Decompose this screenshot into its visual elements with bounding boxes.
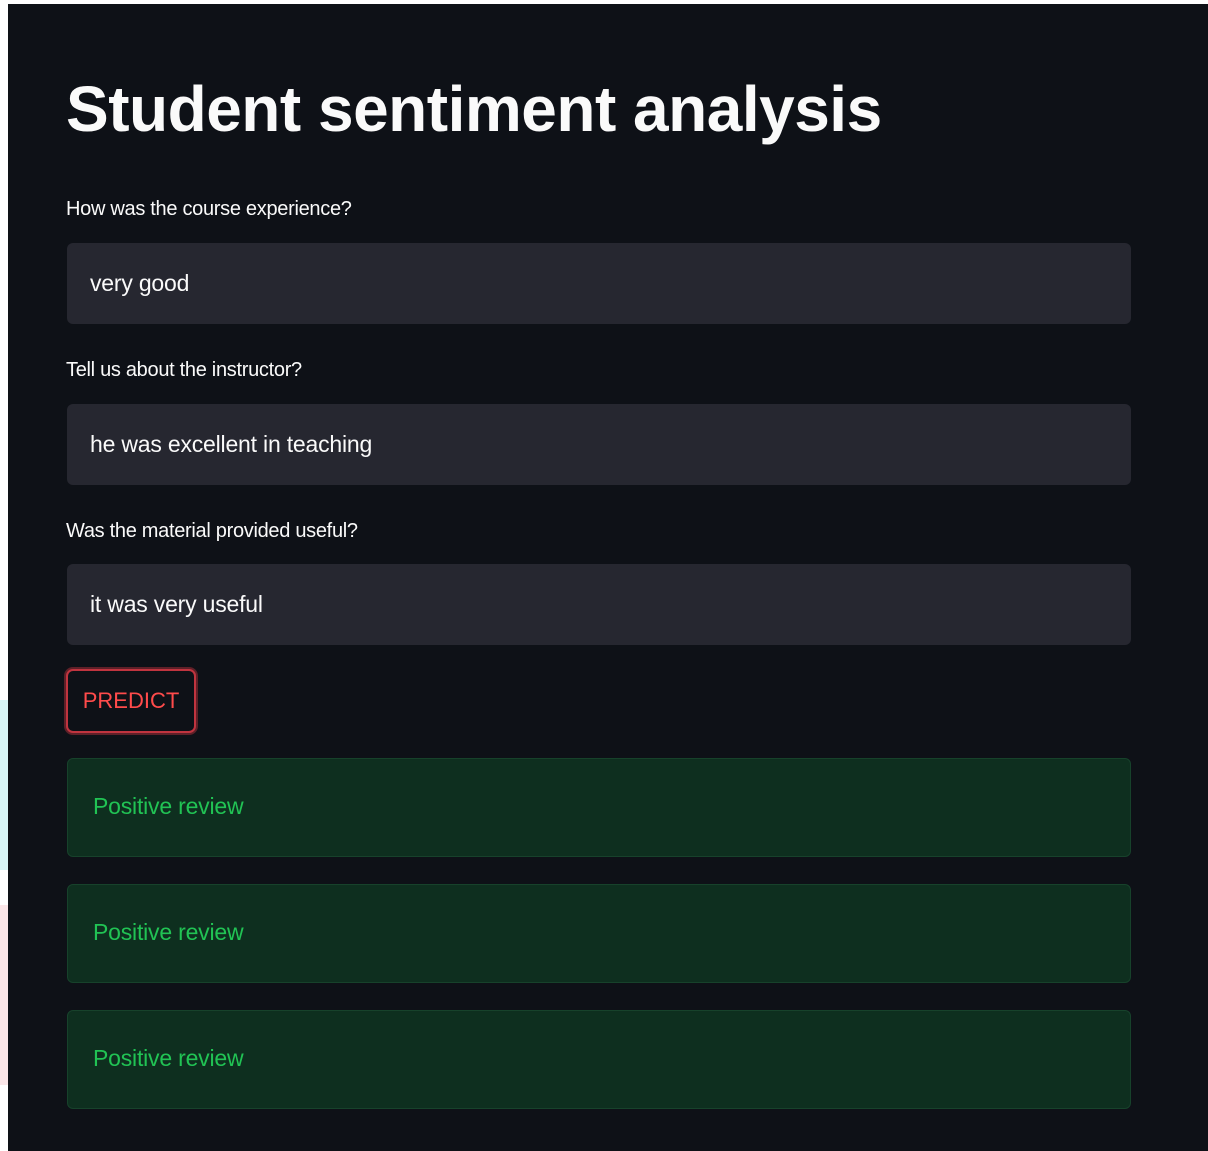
instructor-input[interactable] [67, 404, 1131, 485]
edge-tint-pink [0, 905, 8, 1085]
instructor-label: Tell us about the instructor? [66, 359, 302, 381]
predict-button[interactable]: PREDICT [66, 669, 196, 733]
material-input[interactable] [67, 564, 1131, 645]
course-experience-label: How was the course experience? [66, 198, 352, 220]
result-text: Positive review [93, 1045, 244, 1071]
result-text: Positive review [93, 919, 244, 945]
result-alert-material: Positive review [67, 1010, 1131, 1109]
app-container: Student sentiment analysis How was the c… [8, 4, 1208, 1151]
result-alert-instructor: Positive review [67, 884, 1131, 983]
result-text: Positive review [93, 793, 244, 819]
page-title: Student sentiment analysis [66, 73, 882, 145]
material-label: Was the material provided useful? [66, 520, 358, 542]
result-alert-course: Positive review [67, 758, 1131, 857]
edge-tint-cyan [0, 700, 8, 870]
course-experience-input[interactable] [67, 243, 1131, 324]
